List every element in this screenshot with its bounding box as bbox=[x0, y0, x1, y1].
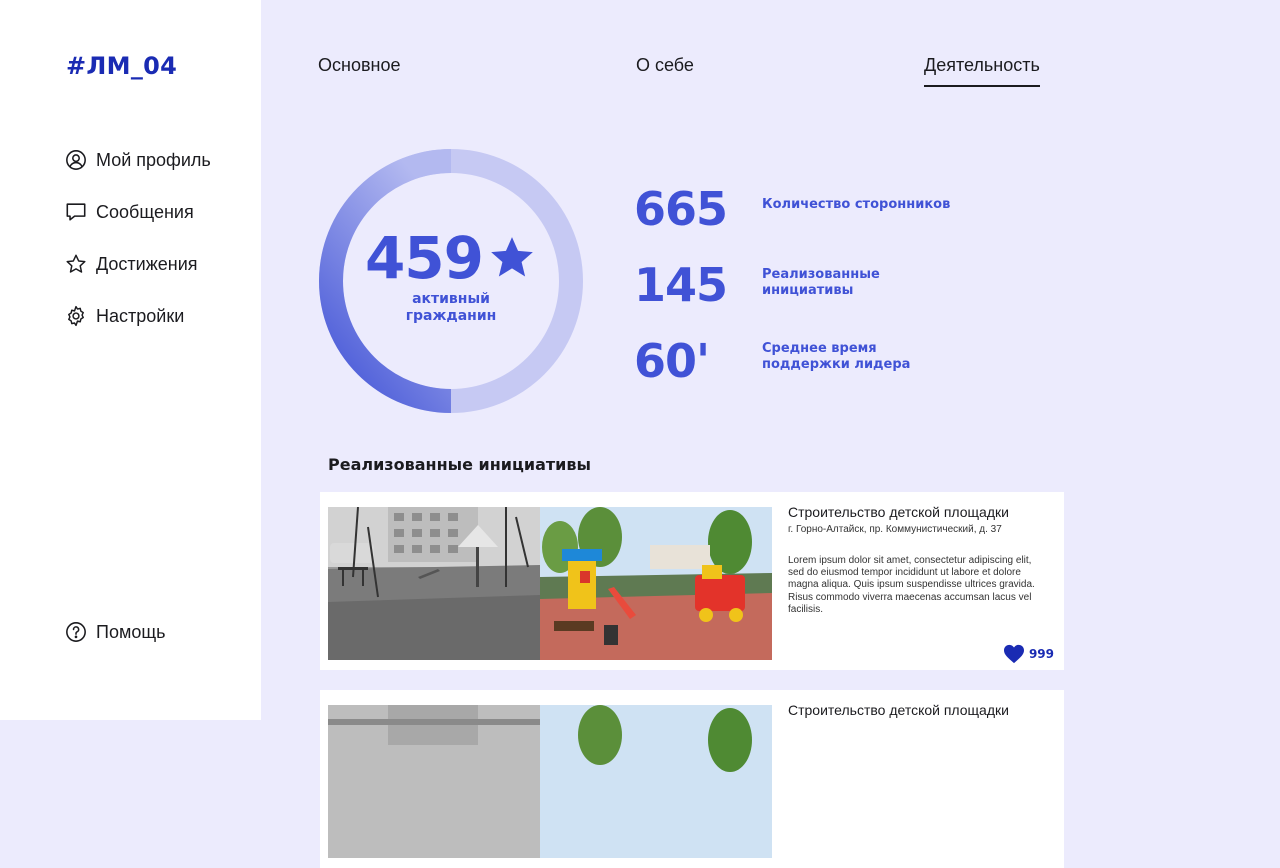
heart-icon bbox=[1003, 644, 1024, 664]
initiative-card[interactable]: Строительство детской площадки bbox=[320, 690, 1064, 868]
photo-after bbox=[540, 507, 772, 660]
rating-score: 459 bbox=[364, 224, 484, 292]
logo[interactable]: #ЛМ_04 bbox=[66, 52, 177, 80]
stat-value: 145 bbox=[634, 258, 728, 312]
initiative-title[interactable]: Строительство детской площадки bbox=[788, 504, 1009, 520]
initiative-card[interactable]: Строительство детской площадки г. Горно-… bbox=[320, 492, 1064, 670]
photo-before bbox=[328, 507, 540, 660]
like-count: 999 bbox=[1028, 647, 1054, 661]
help-label: Помощь bbox=[96, 621, 166, 642]
stat-label: Количество сторонников bbox=[762, 197, 951, 212]
profile-tabs: Основное О себе Деятельность bbox=[318, 55, 1058, 89]
rating-center: 459 активный гражданин bbox=[318, 148, 584, 414]
sidebar-nav: Мой профиль Сообщения Достижения Настрой… bbox=[65, 148, 211, 356]
stat-label: Среднее время поддержки лидера bbox=[762, 341, 911, 372]
photo-after bbox=[540, 705, 772, 858]
sidebar-item-help[interactable]: Помощь bbox=[65, 620, 166, 644]
initiative-description: Lorem ipsum dolor sit amet, consectetur … bbox=[788, 555, 1035, 615]
sidebar-item-messages[interactable]: Сообщения bbox=[65, 200, 211, 224]
initiative-title[interactable]: Строительство детской площадки bbox=[788, 702, 1009, 718]
rating-label: активный гражданин bbox=[405, 291, 497, 324]
message-icon bbox=[66, 203, 86, 221]
sidebar-item-profile[interactable]: Мой профиль bbox=[65, 148, 211, 172]
sidebar-item-label: Достижения bbox=[96, 253, 198, 274]
sidebar-item-label: Мой профиль bbox=[96, 149, 211, 170]
sidebar-item-settings[interactable]: Настройки bbox=[65, 304, 211, 328]
photo-before bbox=[328, 705, 540, 858]
tab-activity[interactable]: Деятельность bbox=[924, 55, 1040, 87]
sidebar: #ЛМ_04 Мой профиль Сообщения Достижения bbox=[0, 0, 261, 720]
stat-value: 665 bbox=[634, 182, 728, 236]
like-button[interactable]: 999 bbox=[1003, 644, 1054, 664]
question-circle-icon bbox=[66, 622, 86, 642]
sidebar-item-label: Сообщения bbox=[96, 201, 194, 222]
initiative-address: г. Горно-Алтайск, пр. Коммунистический, … bbox=[788, 524, 1002, 535]
tab-about[interactable]: О себе bbox=[636, 55, 694, 76]
user-circle-icon bbox=[66, 150, 86, 170]
stat-value: 60' bbox=[634, 334, 710, 388]
star-icon bbox=[491, 237, 533, 277]
tab-main[interactable]: Основное bbox=[318, 55, 400, 76]
sidebar-item-label: Настройки bbox=[96, 305, 185, 326]
stat-label: Реализованные инициативы bbox=[762, 267, 880, 298]
help-link[interactable]: Помощь bbox=[65, 620, 166, 672]
initiatives-title: Реализованные инициативы bbox=[328, 455, 591, 474]
sidebar-item-achievements[interactable]: Достижения bbox=[65, 252, 211, 276]
star-outline-icon bbox=[66, 254, 86, 273]
gear-icon bbox=[68, 305, 84, 327]
